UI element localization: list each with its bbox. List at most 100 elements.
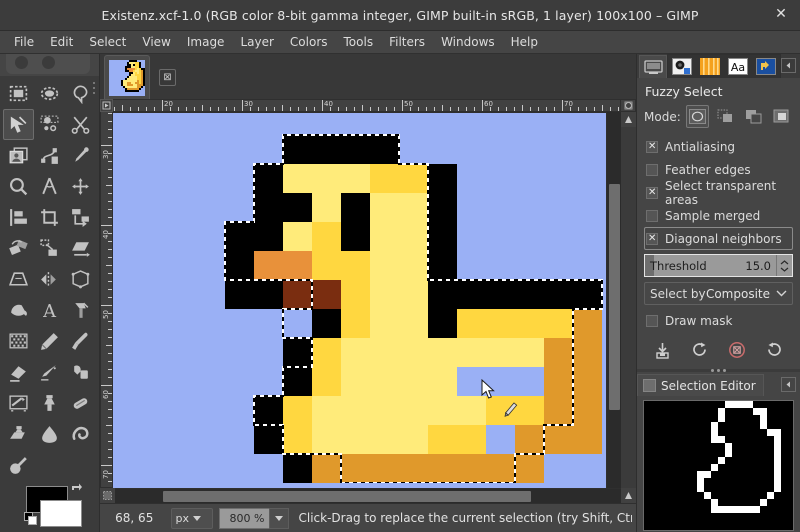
select-transparent-areas-checkbox[interactable] (646, 187, 658, 199)
save-tool-preset-button[interactable] (651, 338, 675, 362)
image-canvas[interactable] (113, 112, 606, 488)
pattern-tool[interactable] (3, 326, 34, 357)
close-icon[interactable]: ✕ (770, 4, 792, 26)
gradients-tab[interactable] (696, 55, 724, 78)
blur-sharpen-tool[interactable] (34, 419, 65, 450)
flip-tool[interactable] (34, 264, 65, 295)
dodge-burn-tool[interactable] (3, 450, 34, 481)
alignment-tool[interactable] (3, 202, 34, 233)
eraser-tool[interactable] (3, 357, 34, 388)
ink-tool[interactable] (65, 357, 96, 388)
pencil-tool[interactable] (34, 326, 65, 357)
menu-item-filters[interactable]: Filters (381, 33, 433, 51)
menu-item-help[interactable]: Help (503, 33, 546, 51)
bucket-fill-tool[interactable] (3, 295, 34, 326)
rect-select-tool[interactable] (3, 78, 34, 109)
horizontal-ruler[interactable]: 203040506070 (113, 99, 621, 112)
zoom-dropdown-button[interactable] (269, 508, 289, 529)
menu-item-edit[interactable]: Edit (42, 33, 81, 51)
free-select-tool[interactable] (65, 78, 96, 109)
selection-preview[interactable] (643, 400, 794, 531)
image-tab[interactable] (104, 55, 150, 99)
diagonal-neighbors-checkbox[interactable] (646, 233, 658, 245)
zoom-image-button[interactable] (621, 99, 636, 112)
fonts-tab[interactable]: Aa (724, 55, 752, 78)
mypaint-brush-tool[interactable] (3, 388, 34, 419)
select-transparent-areas-row[interactable]: Select transparent areas (644, 181, 793, 204)
zoom-tool[interactable] (3, 171, 34, 202)
shear-tool[interactable] (65, 233, 96, 264)
feather-edges-checkbox[interactable] (646, 164, 658, 176)
diagonal-neighbors-row[interactable]: Diagonal neighbors (644, 227, 793, 250)
paintbrush-tool[interactable] (65, 326, 96, 357)
menu-item-windows[interactable]: Windows (433, 33, 503, 51)
device-status-tab[interactable] (668, 55, 696, 78)
selection-editor-tab[interactable]: Selection Editor (637, 374, 764, 396)
select-by-color-tool[interactable] (34, 109, 65, 140)
vertical-ruler[interactable]: 3040506070 (100, 112, 113, 488)
sample-merged-checkbox[interactable] (646, 210, 658, 222)
mode-add-button[interactable] (714, 105, 737, 128)
smudge-tool[interactable] (65, 419, 96, 450)
gradient-tool[interactable] (65, 295, 96, 326)
select-by-dropdown[interactable]: Select by Composite (644, 282, 793, 305)
perspective-tool[interactable] (3, 264, 34, 295)
clone-tool[interactable] (34, 388, 65, 419)
scale-tool[interactable] (34, 233, 65, 264)
cage-transform-tool[interactable] (65, 264, 96, 295)
scissors-select-tool[interactable] (65, 109, 96, 140)
selection-editor-menu-icon[interactable] (781, 377, 796, 392)
menu-item-image[interactable]: Image (179, 33, 233, 51)
horizontal-scrollbar[interactable] (115, 488, 621, 503)
antialiasing-checkbox[interactable] (646, 141, 658, 153)
dock-menu-icon[interactable] (781, 58, 796, 73)
color-picker-tool[interactable] (65, 140, 96, 171)
vertical-scrollbar[interactable] (606, 112, 621, 488)
heal-tool[interactable] (65, 388, 96, 419)
vertical-scrollbar-thumb[interactable] (609, 184, 620, 410)
canvas-corner-button[interactable] (621, 488, 636, 503)
menu-item-layer[interactable]: Layer (232, 33, 281, 51)
mode-intersect-button[interactable] (770, 105, 793, 128)
tool-options-tab[interactable] (639, 55, 667, 78)
text-tool[interactable]: A (34, 295, 65, 326)
images-tab[interactable] (752, 55, 780, 78)
menu-item-file[interactable]: File (6, 33, 42, 51)
navigation-preview-button[interactable] (621, 112, 636, 127)
zoom-value-input[interactable]: 800 % (219, 508, 269, 529)
paths-tool[interactable] (34, 140, 65, 171)
mode-replace-button[interactable] (686, 105, 709, 128)
ellipse-select-tool[interactable] (34, 78, 65, 109)
sample-merged-row[interactable]: Sample merged (644, 204, 793, 227)
quick-mask-toggle[interactable] (100, 488, 115, 503)
rotate-tool[interactable] (3, 233, 34, 264)
threshold-spinner[interactable] (776, 255, 792, 276)
swap-colors-icon[interactable] (70, 481, 83, 494)
measure-tool[interactable] (34, 171, 65, 202)
draw-mask-checkbox[interactable] (646, 315, 658, 327)
reset-tool-options-button[interactable] (762, 338, 786, 362)
threshold-slider[interactable]: Threshold 15.0 (644, 254, 793, 277)
fuzzy-select-tool[interactable] (3, 109, 34, 140)
perspective-clone-tool[interactable] (3, 419, 34, 450)
zoom-selector[interactable]: 800 % (219, 508, 289, 529)
reset-colors-icon[interactable] (24, 512, 38, 526)
delete-tool-preset-button[interactable] (725, 338, 749, 362)
menu-item-colors[interactable]: Colors (282, 33, 336, 51)
crop-tool[interactable] (34, 202, 65, 233)
menu-corner-button[interactable] (100, 99, 113, 112)
transform-tool[interactable] (65, 202, 96, 233)
horizontal-scrollbar-thumb[interactable] (163, 491, 531, 502)
menu-item-select[interactable]: Select (81, 33, 134, 51)
foreground-select-tool[interactable] (3, 140, 34, 171)
mode-subtract-button[interactable] (742, 105, 765, 128)
menu-item-view[interactable]: View (134, 33, 178, 51)
restore-tool-preset-button[interactable] (688, 338, 712, 362)
airbrush-tool[interactable] (34, 357, 65, 388)
antialiasing-row[interactable]: Antialiasing (644, 135, 793, 158)
draw-mask-row[interactable]: Draw mask (644, 309, 793, 332)
background-color-swatch[interactable] (40, 500, 82, 527)
unit-selector[interactable]: px (171, 508, 213, 529)
close-tab-icon[interactable]: ⊠ (159, 69, 176, 86)
menu-item-tools[interactable]: Tools (336, 33, 382, 51)
